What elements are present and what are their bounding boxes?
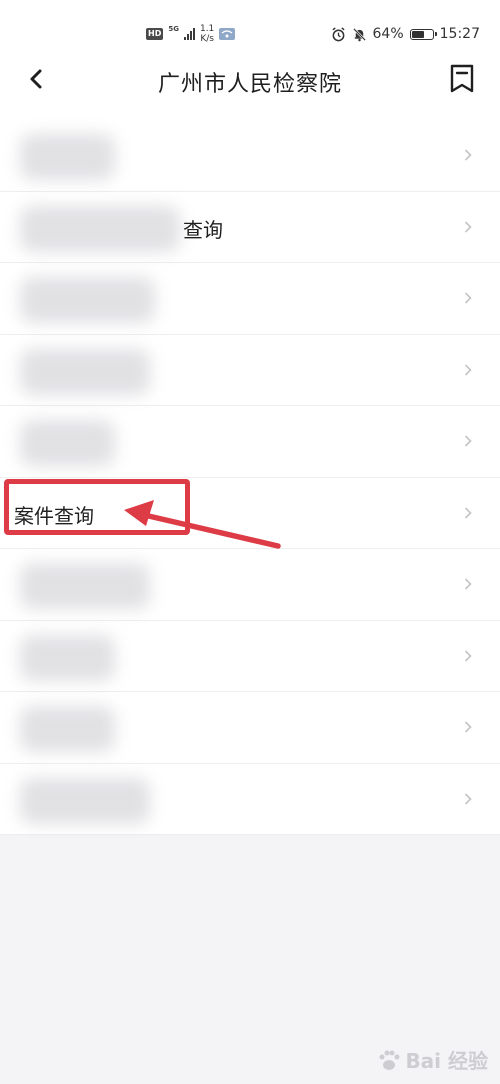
page-title: 广州市人民检察院 bbox=[157, 72, 342, 97]
annotation-arrow-icon bbox=[124, 500, 281, 549]
navigation-bar: 广州市人民检察院 bbox=[0, 56, 500, 104]
status-bar: HD 5G 1.1 K/s 64% 15:27 bbox=[0, 22, 500, 52]
list-item[interactable] bbox=[0, 406, 500, 478]
service-list: 查询 案件查询 bbox=[0, 120, 500, 835]
blurred-label bbox=[20, 706, 115, 752]
chevron-right-icon bbox=[464, 578, 472, 590]
list-item-label: 查询 bbox=[183, 217, 223, 242]
status-right: 64% 15:27 bbox=[331, 26, 480, 42]
baidu-watermark: Bai 经验 bbox=[375, 1045, 488, 1074]
speed-value: 1.1 bbox=[199, 24, 215, 34]
list-item[interactable] bbox=[0, 621, 500, 692]
network-type: 5G bbox=[168, 25, 179, 33]
speed-unit: K/s bbox=[200, 34, 214, 44]
hd-badge: HD bbox=[146, 28, 164, 40]
blurred-label bbox=[20, 277, 155, 323]
blurred-label bbox=[20, 348, 150, 395]
signal-icon bbox=[183, 28, 195, 40]
network-speed: 1.1 K/s bbox=[200, 24, 214, 44]
battery-percent: 64% bbox=[372, 26, 404, 42]
chevron-right-icon bbox=[464, 149, 472, 161]
bookmark-button[interactable] bbox=[448, 63, 476, 95]
blurred-label bbox=[20, 563, 150, 609]
blurred-label bbox=[20, 420, 115, 466]
list-item[interactable] bbox=[0, 692, 500, 764]
blurred-label bbox=[20, 134, 115, 180]
wifi-icon bbox=[219, 28, 236, 40]
chevron-right-icon bbox=[464, 506, 472, 519]
bell-muted-icon bbox=[352, 27, 366, 41]
list-item[interactable] bbox=[0, 120, 500, 192]
list-item[interactable] bbox=[0, 335, 500, 406]
battery-icon bbox=[409, 28, 437, 40]
chevron-right-icon bbox=[464, 220, 472, 233]
chevron-right-icon bbox=[464, 292, 472, 304]
alarm-icon bbox=[331, 26, 345, 41]
bookmark-icon bbox=[450, 64, 474, 93]
status-left: HD 5G 1.1 K/s bbox=[146, 24, 236, 44]
chevron-right-icon bbox=[464, 792, 472, 805]
battery-fill bbox=[411, 30, 424, 38]
blurred-label bbox=[20, 205, 180, 252]
blurred-label bbox=[20, 777, 150, 824]
chevron-right-icon bbox=[464, 435, 472, 447]
chevron-right-icon bbox=[464, 649, 472, 662]
watermark-text: Bai 经验 bbox=[405, 1049, 488, 1073]
clock: 15:27 bbox=[439, 26, 480, 42]
paw-logo-icon bbox=[379, 1050, 400, 1070]
chevron-right-icon bbox=[464, 721, 472, 733]
list-item[interactable] bbox=[0, 263, 500, 335]
list-item[interactable]: 查询 bbox=[0, 192, 500, 263]
blurred-label bbox=[20, 634, 115, 681]
list-item[interactable] bbox=[0, 764, 500, 835]
chevron-right-icon bbox=[464, 363, 472, 376]
